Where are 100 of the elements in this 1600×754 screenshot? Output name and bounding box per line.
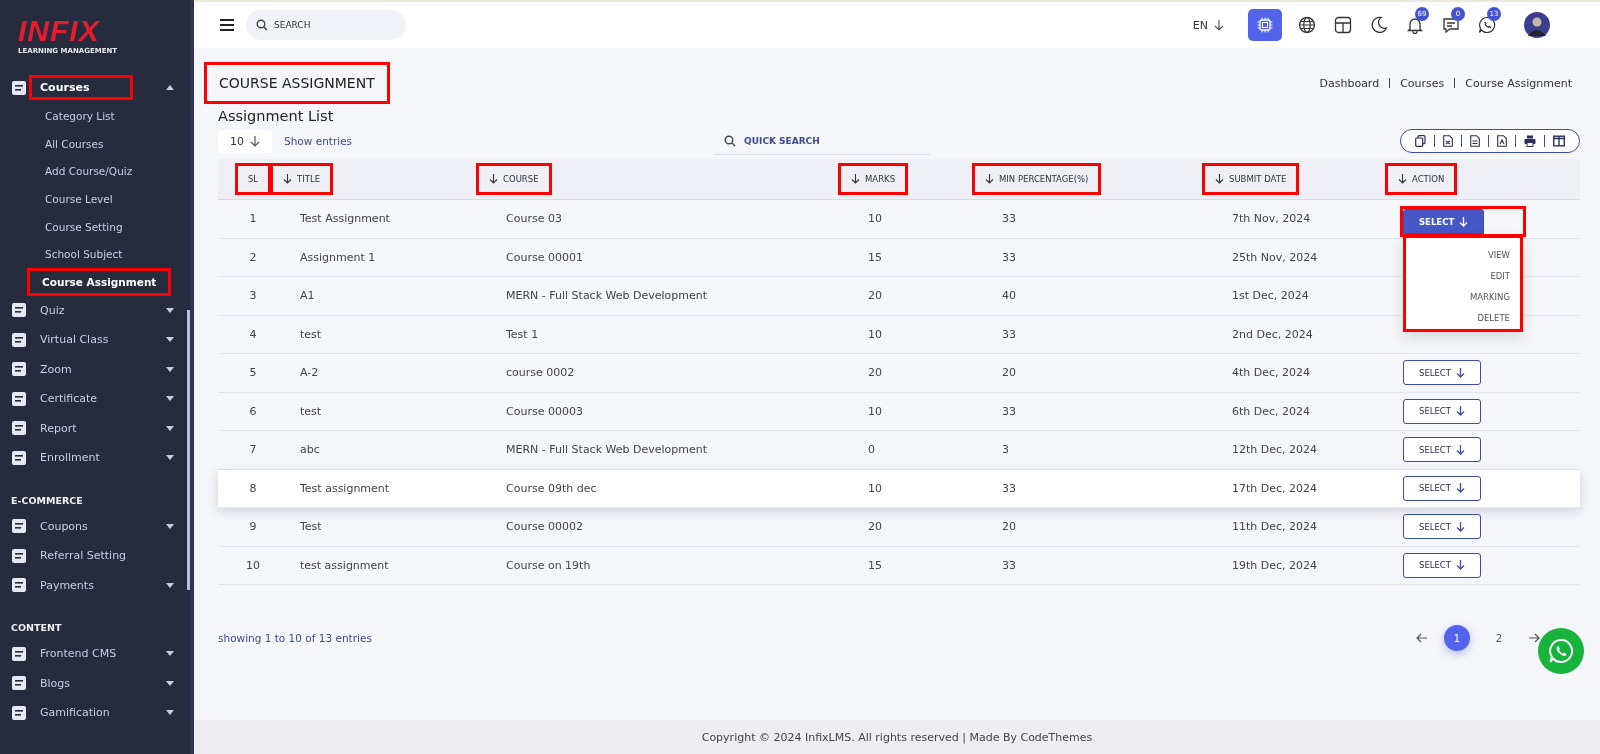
column-header[interactable]: MIN PERCENTAGE(%)	[972, 163, 1102, 195]
table-cell: 33	[1002, 404, 1016, 418]
table-cell: 40	[1002, 289, 1016, 303]
caret-down-icon[interactable]	[166, 680, 174, 686]
submenu-item[interactable]: Course Setting	[42, 214, 126, 239]
caret-down-icon[interactable]	[166, 396, 174, 402]
menu-item-icon	[11, 79, 27, 96]
sidebar-item[interactable]: Blogs	[37, 670, 166, 696]
menu-item[interactable]: MARKING	[1469, 292, 1510, 302]
table-cell: 10	[868, 404, 882, 418]
caret-down-icon[interactable]	[166, 307, 174, 313]
table-cell: 9	[249, 520, 257, 534]
sort-arrow-icon[interactable]	[851, 174, 860, 184]
menu-icon[interactable]	[220, 19, 234, 31]
select-button[interactable]: SELECT	[1403, 398, 1481, 424]
sidebar-item[interactable]: Courses	[29, 75, 133, 101]
breadcrumb-link[interactable]: Course Assignment	[1465, 76, 1572, 90]
menu-item-icon	[11, 361, 27, 378]
select-button[interactable]: SELECT	[1403, 437, 1481, 463]
caret-down-icon[interactable]	[166, 710, 174, 716]
submenu-item[interactable]: Course Assignment	[27, 267, 172, 296]
caret-up-icon[interactable]	[166, 85, 174, 91]
bell-icon[interactable]	[1406, 16, 1424, 34]
arrow-down-icon	[1456, 444, 1465, 455]
sidebar-item[interactable]: Virtual Class	[37, 327, 166, 353]
sidebar-item[interactable]: Frontend CMS	[37, 641, 166, 667]
caret-down-icon[interactable]	[166, 366, 174, 372]
arrow-down-icon	[1456, 367, 1465, 378]
table-cell: A1	[300, 289, 315, 303]
moon-icon[interactable]	[1370, 16, 1388, 34]
chat-icon[interactable]	[1442, 16, 1460, 34]
sort-arrow-icon[interactable]	[1398, 174, 1407, 184]
entries-summary: showing 1 to 10 of 13 entries	[218, 632, 372, 644]
submenu-item[interactable]: School Subject	[42, 242, 126, 267]
sidebar-item[interactable]: Gamification	[37, 700, 166, 726]
caret-down-icon[interactable]	[166, 455, 174, 461]
layout-icon[interactable]	[1334, 16, 1352, 34]
column-header[interactable]: SUBMIT DATE	[1202, 163, 1300, 195]
arrow-down-icon	[1456, 483, 1465, 494]
avatar[interactable]	[1524, 12, 1550, 38]
table-cell: 10	[868, 481, 882, 495]
sidebar-item[interactable]: Zoom	[37, 356, 166, 382]
search-field[interactable]: SEARCH	[246, 10, 406, 40]
menu-item-icon	[11, 518, 27, 535]
column-header[interactable]: SL	[234, 163, 272, 195]
arrow-down-icon	[250, 135, 260, 147]
chip-icon	[1257, 17, 1273, 33]
table-cell: 5	[249, 366, 257, 380]
submenu-item[interactable]: Course Level	[42, 187, 116, 212]
menu-item-icon	[11, 449, 27, 466]
sidebar-item[interactable]: Coupons	[37, 513, 166, 539]
next-page-icon[interactable]	[1528, 633, 1540, 643]
sidebar-item[interactable]: Payments	[37, 572, 166, 598]
select-button[interactable]: SELECT	[1403, 514, 1481, 540]
sidebar-item[interactable]: Certificate	[37, 386, 166, 412]
breadcrumb-link[interactable]: Courses	[1400, 76, 1445, 90]
page-size-select[interactable]: 10	[218, 129, 272, 153]
sort-arrow-icon[interactable]	[985, 174, 994, 184]
submenu-item[interactable]: Category List	[42, 104, 118, 129]
sidebar-item[interactable]: Quiz	[37, 297, 166, 323]
sidebar-item[interactable]: Referral Setting	[37, 543, 174, 569]
caret-down-icon[interactable]	[166, 337, 174, 343]
globe-icon[interactable]	[1298, 16, 1316, 34]
select-button[interactable]: SELECT	[1403, 475, 1481, 501]
caret-down-icon[interactable]	[166, 523, 174, 529]
sort-arrow-icon[interactable]	[1215, 174, 1224, 184]
sort-arrow-icon[interactable]	[489, 174, 498, 184]
column-header[interactable]: MARKS	[838, 163, 909, 195]
caret-down-icon[interactable]	[166, 651, 174, 657]
caret-down-icon[interactable]	[166, 425, 174, 431]
breadcrumb-link[interactable]: Dashboard	[1319, 76, 1380, 90]
menu-item[interactable]: VIEW	[1487, 250, 1510, 260]
quick-search-field[interactable]: QUICK SEARCH	[714, 127, 931, 155]
select-button[interactable]: SELECT	[1403, 552, 1481, 578]
menu-item[interactable]: DELETE	[1477, 313, 1510, 323]
table-cell: 3	[1002, 443, 1009, 457]
table-cell: 7th Nov, 2024	[1232, 212, 1311, 226]
select-button[interactable]: SELECT	[1403, 209, 1485, 234]
menu-item-icon	[11, 390, 27, 407]
table-cell: test assignment	[300, 558, 389, 572]
submenu-item[interactable]: Add Course/Quiz	[42, 159, 136, 184]
previous-page-icon[interactable]	[1416, 633, 1428, 643]
caret-down-icon[interactable]	[166, 582, 174, 588]
sort-arrow-icon[interactable]	[283, 174, 292, 184]
chip-button[interactable]	[1248, 9, 1282, 41]
submenu-item[interactable]: All Courses	[42, 131, 107, 156]
table-row[interactable]: 8 Test assignment Course 09th dec 10 33 17th Dec, 2024 SELECT	[218, 469, 1580, 508]
table-cell: 33	[1002, 212, 1016, 226]
phone-chat-icon[interactable]	[1478, 16, 1496, 34]
column-header[interactable]: ACTION	[1385, 163, 1458, 195]
sidebar-item[interactable]: Enrollment	[37, 445, 166, 471]
column-header[interactable]: TITLE	[270, 163, 333, 195]
column-header[interactable]: COURSE	[476, 163, 552, 195]
page-button[interactable]: 2	[1486, 625, 1512, 651]
page-button[interactable]: 1	[1444, 625, 1470, 651]
language-selector[interactable]: EN	[1192, 18, 1224, 32]
table-cell: 15	[868, 558, 882, 572]
select-button[interactable]: SELECT	[1403, 360, 1481, 386]
sidebar-item[interactable]: Report	[37, 415, 166, 441]
table-cell: 19th Dec, 2024	[1232, 558, 1318, 572]
